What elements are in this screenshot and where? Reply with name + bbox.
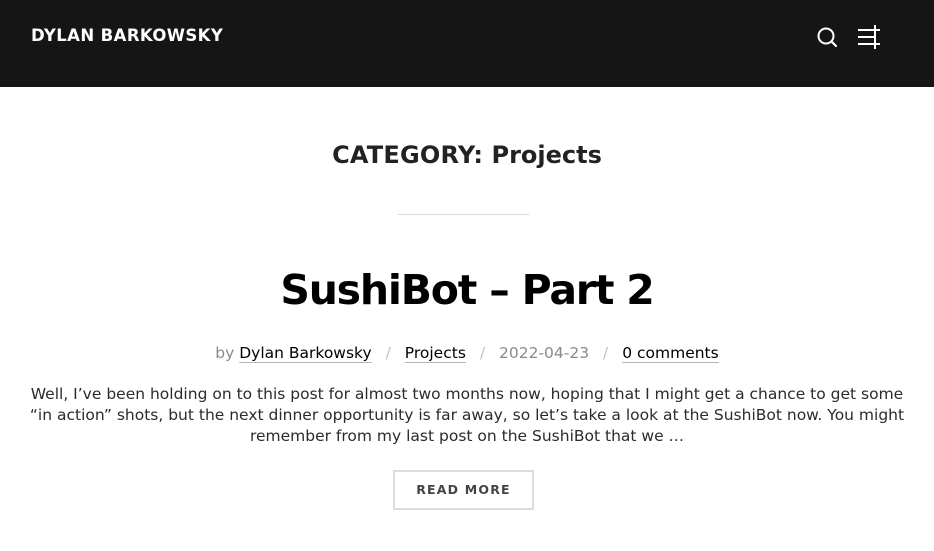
site-title-link[interactable]: DYLAN BARKOWSKY (31, 26, 223, 45)
search-icon (817, 27, 838, 48)
post-excerpt: Well, I’ve been holding on to this post … (29, 385, 905, 445)
archive-title-name: Projects (491, 141, 602, 169)
archive-title: CATEGORY: Projects (0, 141, 934, 169)
title-divider (398, 214, 529, 215)
archive-title-prefix: CATEGORY: (332, 141, 484, 169)
post-category-link[interactable]: Projects (405, 344, 466, 362)
post-title-link[interactable]: SushiBot – Part 2 (0, 266, 934, 314)
menu-toggle-icon (858, 25, 880, 49)
menu-toggle-button[interactable] (855, 23, 885, 53)
post-meta-by-label: by (215, 344, 235, 362)
post-meta: by Dylan Barkowsky / Projects / 2022-04-… (0, 344, 934, 362)
site-header: DYLAN BARKOWSKY (0, 0, 934, 87)
post-author-link[interactable]: Dylan Barkowsky (239, 344, 371, 362)
meta-separator: / (479, 344, 486, 362)
meta-separator: / (603, 344, 609, 362)
meta-separator: / (385, 344, 391, 362)
post-comments-link[interactable]: 0 comments (622, 344, 719, 362)
post-date: 2022-04-23 (499, 344, 590, 362)
search-toggle-button[interactable] (812, 23, 842, 53)
read-more-button[interactable]: READ MORE (393, 470, 534, 510)
